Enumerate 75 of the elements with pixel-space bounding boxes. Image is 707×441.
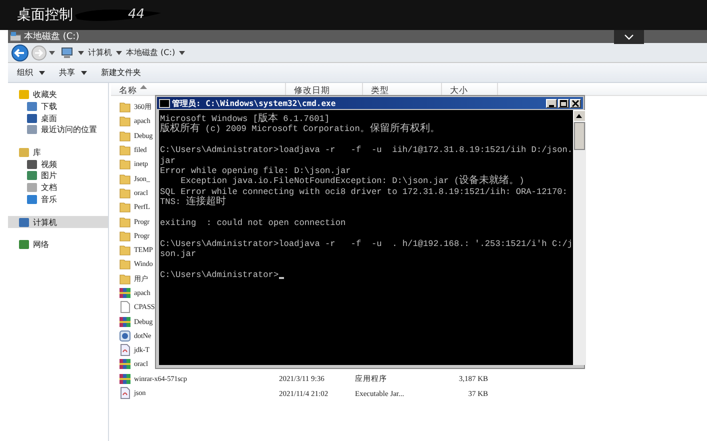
nav-item[interactable]: 视频 (8, 158, 108, 170)
archive-icon (119, 358, 131, 370)
nav-item[interactable]: 库 (8, 146, 108, 158)
console-line: C:\Users\Administrator>loadjava -r -f -u . h/1@192.168.: '.253:1521/i'h C:/j (160, 238, 573, 250)
remote-title-suffix: 44 (128, 7, 145, 22)
folder-icon (119, 172, 131, 185)
folder-icon (119, 216, 131, 228)
breadcrumb-item[interactable]: 本地磁盘 (C:) (126, 47, 176, 58)
nav-item[interactable]: 收藏夹 (8, 89, 108, 101)
java-file-icon (119, 387, 131, 400)
remote-title: 桌面控制 (17, 6, 73, 24)
folder-icon (119, 186, 131, 199)
history-caret-icon[interactable] (49, 50, 55, 54)
collapse-button[interactable] (614, 30, 644, 44)
address-bar[interactable]: 计算机 本地磁盘 (C:) (57, 45, 190, 60)
dropdown-caret-icon[interactable] (179, 50, 186, 54)
nav-item[interactable]: 计算机 (8, 216, 108, 228)
console-line: TNS: 连接超时 (160, 197, 226, 208)
scroll-up-button[interactable] (572, 110, 586, 122)
close-icon (572, 100, 579, 106)
console-line: Error while opening file: D:\json.jar (160, 166, 351, 176)
console-line: SQL Error while connecting with oci8 driver to 172.31.8.19:1521/iih: ORA-12170: (160, 186, 568, 197)
window-title: 本地磁盘 (C:) (24, 30, 80, 43)
console-line: 版权所有 (c) 2009 Microsoft Corporation。保留所有权利。 (160, 124, 440, 135)
sort-arrow-icon (140, 85, 147, 89)
toolbar-button[interactable]: 共享 (54, 65, 92, 80)
console-line: C:\Users\Administrator> (160, 270, 279, 280)
console-line: C:\Users\Administrator>loadjava -r -f -u iih/1@172.31.8.19:1521/iih D:/json. (160, 145, 573, 156)
folder-icon (119, 244, 131, 256)
folder-icon (119, 101, 131, 114)
toolbar-button[interactable]: 组织 (12, 65, 50, 80)
nav-item[interactable]: 文档 (8, 182, 108, 194)
maximize-icon (560, 100, 567, 106)
breadcrumb-caret-icon[interactable] (78, 50, 84, 54)
archive-icon (119, 316, 131, 328)
console-line: son.jar (160, 249, 196, 260)
nav-item[interactable]: 下载 (8, 100, 108, 112)
setup-icon (119, 330, 131, 342)
caret-icon (39, 70, 45, 74)
folder-icon (119, 158, 131, 170)
java-file-icon (119, 344, 131, 356)
scroll-thumb[interactable] (574, 122, 585, 150)
chevron-icon (624, 34, 634, 40)
close-button[interactable] (570, 98, 581, 108)
breadcrumb-item[interactable]: 计算机 (88, 47, 112, 58)
breadcrumb-caret-icon[interactable] (116, 50, 122, 54)
scrollbar[interactable] (572, 110, 586, 365)
up-arrow-icon (576, 114, 582, 118)
archive-icon (119, 372, 131, 385)
text-cursor (278, 277, 284, 280)
back-button[interactable] (11, 44, 29, 62)
folder-icon (119, 272, 131, 285)
console-icon (159, 98, 170, 108)
console-line: Microsoft Windows [版本 6.1.7601] (160, 114, 330, 124)
toolbar-button[interactable]: 新建文件夹 (96, 65, 146, 80)
nav-item[interactable]: 网络 (8, 238, 108, 251)
folder-icon (119, 144, 131, 156)
file-icon (119, 301, 131, 314)
folder-icon (119, 130, 131, 142)
nav-item[interactable]: 最近访问的位置 (8, 124, 108, 136)
folder-icon (119, 230, 131, 242)
console-line: Exception java.io.FileNotFoundException: D:\json.jar (设备未就绪。) (180, 176, 524, 187)
maximize-button[interactable] (558, 98, 569, 108)
nav-item[interactable]: 音乐 (8, 194, 108, 206)
console-title: 管理员: C:\Windows\system32\cmd.exe (172, 98, 336, 108)
folder-icon (119, 201, 131, 214)
caret-icon (81, 70, 87, 74)
console-line: exiting : could not open connection (160, 218, 346, 228)
archive-icon (119, 287, 131, 299)
nav-item[interactable]: 桌面 (8, 112, 108, 124)
nav-item[interactable]: 图片 (8, 170, 108, 182)
console-line: jar (160, 156, 176, 166)
folder-icon (119, 115, 131, 128)
folder-icon (119, 258, 131, 270)
minimize-button[interactable] (546, 98, 557, 108)
